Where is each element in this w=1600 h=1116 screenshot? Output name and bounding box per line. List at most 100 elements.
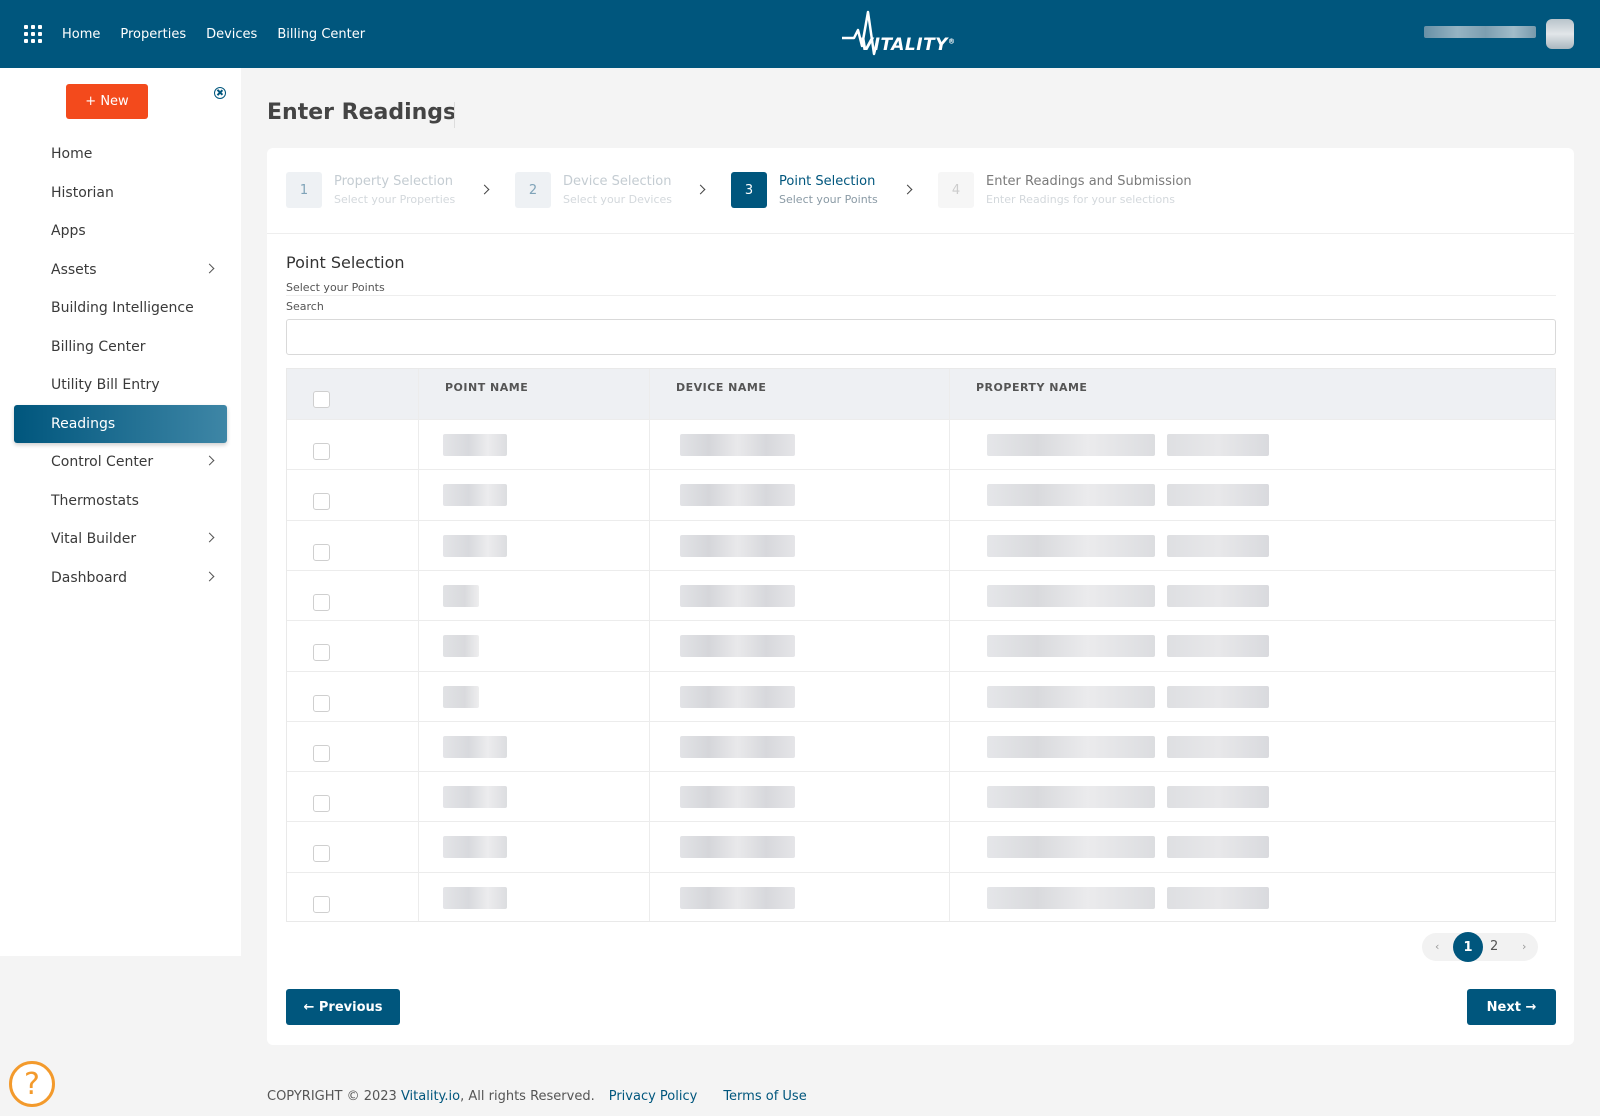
top-nav-properties[interactable]: Properties (120, 27, 186, 42)
sidebar-item-billing-center[interactable]: Billing Center (14, 328, 227, 366)
pagination-page-2[interactable]: 2 (1490, 939, 1498, 954)
table-row[interactable] (287, 519, 1555, 571)
logo-text: VITALITY® (860, 35, 956, 55)
sidebar-item-vital-builder[interactable]: Vital Builder (14, 520, 227, 558)
column-header-point-name[interactable]: POINT NAME (445, 381, 528, 394)
row-checkbox[interactable] (313, 895, 330, 913)
sidebar-item-building-intelligence[interactable]: Building Intelligence (14, 289, 227, 327)
row-checkbox[interactable] (313, 543, 330, 561)
table-row[interactable] (287, 871, 1555, 923)
pagination-prev-button[interactable]: ‹ (1435, 940, 1439, 953)
step-number: 3 (731, 172, 767, 208)
privacy-policy-link[interactable]: Privacy Policy (609, 1089, 698, 1104)
column-header-device-name[interactable]: DEVICE NAME (676, 381, 766, 394)
table-row[interactable] (287, 469, 1555, 520)
sidebar-item-label: Home (51, 146, 93, 162)
avatar[interactable] (1546, 19, 1574, 49)
sidebar-item-label: Billing Center (51, 338, 146, 355)
close-sidebar-icon[interactable] (214, 87, 226, 99)
property-name-cell-blurred (1167, 886, 1269, 909)
step-subtitle: Select your Properties (334, 193, 456, 206)
new-button[interactable]: + New (66, 84, 148, 119)
step-number: 4 (938, 172, 974, 208)
pagination-page-1[interactable]: 1 (1453, 932, 1483, 962)
sidebar-item-assets[interactable]: Assets (14, 251, 227, 289)
property-name-cell-blurred (1167, 434, 1269, 456)
step-subtitle: Select your Devices (563, 193, 673, 206)
chevron-right-icon (695, 184, 706, 195)
sidebar-item-readings[interactable]: Readings (14, 404, 227, 443)
sidebar-item-dashboard[interactable]: Dashboard (14, 559, 227, 597)
vitality-link[interactable]: Vitality.io (401, 1089, 460, 1104)
sidebar-item-historian[interactable]: Historian (14, 174, 227, 212)
row-checkbox[interactable] (313, 845, 330, 863)
apps-grid-icon[interactable] (24, 25, 42, 43)
property-name-cell-blurred (987, 786, 1155, 809)
table-row[interactable] (287, 771, 1555, 822)
top-nav-billing-center[interactable]: Billing Center (277, 27, 365, 42)
top-nav-home[interactable]: Home (62, 27, 100, 42)
table-row[interactable] (287, 419, 1555, 470)
step-number: 1 (286, 172, 322, 208)
page-title: Enter Readings (267, 100, 457, 125)
table-row[interactable] (287, 720, 1555, 772)
row-checkbox[interactable] (313, 694, 330, 712)
device-name-cell-blurred (680, 534, 795, 557)
help-icon[interactable]: ? (9, 1061, 55, 1107)
sidebar-item-control-center[interactable]: Control Center (14, 443, 227, 481)
sidebar-item-home[interactable]: Home (14, 135, 227, 173)
chevron-right-icon (479, 184, 490, 195)
chevron-right-icon (204, 455, 215, 466)
row-checkbox[interactable] (313, 443, 330, 460)
device-name-cell-blurred (680, 836, 795, 859)
chevron-right-icon (902, 184, 913, 195)
sidebar-item-utility-bill-entry[interactable]: Utility Bill Entry (14, 366, 227, 404)
sidebar-item-apps[interactable]: Apps (14, 212, 227, 250)
table-row[interactable] (287, 569, 1555, 621)
step-subtitle: Enter Readings for your selections (986, 193, 1175, 206)
section-subtitle: Select your Points (286, 281, 385, 294)
sidebar-item-thermostats[interactable]: Thermostats (14, 482, 227, 520)
device-name-cell-blurred (680, 735, 795, 758)
pagination-next-button[interactable]: › (1522, 940, 1526, 953)
device-name-cell-blurred (680, 584, 795, 607)
row-checkbox[interactable] (313, 644, 330, 662)
sidebar-item-label: Control Center (51, 454, 154, 470)
copyright-text: COPYRIGHT © 2023 Vitality.io, All rights… (267, 1089, 595, 1104)
row-checkbox[interactable] (313, 593, 330, 611)
top-nav-devices[interactable]: Devices (206, 27, 257, 42)
table-row[interactable] (287, 620, 1555, 671)
point-name-cell-blurred (443, 735, 507, 758)
row-checkbox[interactable] (313, 744, 330, 762)
row-checkbox[interactable] (313, 795, 330, 813)
property-name-cell-blurred (1167, 484, 1269, 507)
table-row[interactable] (287, 821, 1555, 872)
sidebar-item-label: Readings (51, 415, 116, 432)
property-name-cell-blurred (1167, 786, 1269, 809)
terms-of-use-link[interactable]: Terms of Use (723, 1089, 806, 1104)
sidebar-item-label: Apps (51, 223, 86, 239)
next-button[interactable]: Next → (1467, 989, 1556, 1025)
property-name-cell-blurred (1167, 735, 1269, 758)
column-header-property-name[interactable]: PROPERTY NAME (976, 381, 1087, 394)
search-input[interactable] (286, 319, 1556, 355)
point-name-cell-blurred (443, 584, 479, 607)
sidebar-item-label: Assets (51, 261, 97, 278)
table-row[interactable] (287, 670, 1555, 722)
user-name-blurred[interactable] (1424, 26, 1536, 38)
row-checkbox[interactable] (313, 493, 330, 511)
search-label: Search (286, 300, 324, 313)
point-name-cell-blurred (443, 434, 507, 456)
device-name-cell-blurred (680, 886, 795, 909)
point-name-cell-blurred (443, 534, 507, 557)
wizard-card: 1 Property Selection Select your Propertie… (267, 148, 1574, 1045)
step-number: 2 (515, 172, 551, 208)
sidebar: + New Home Historian Apps Assets Building In… (0, 68, 241, 956)
sidebar-item-label: Thermostats (51, 492, 139, 509)
previous-button[interactable]: ← Previous (286, 989, 400, 1025)
property-name-cell-blurred (1167, 836, 1269, 859)
device-name-cell-blurred (680, 434, 795, 456)
select-all-checkbox[interactable] (313, 391, 330, 408)
step-title: Property Selection (334, 174, 454, 189)
property-name-cell-blurred (987, 534, 1155, 557)
